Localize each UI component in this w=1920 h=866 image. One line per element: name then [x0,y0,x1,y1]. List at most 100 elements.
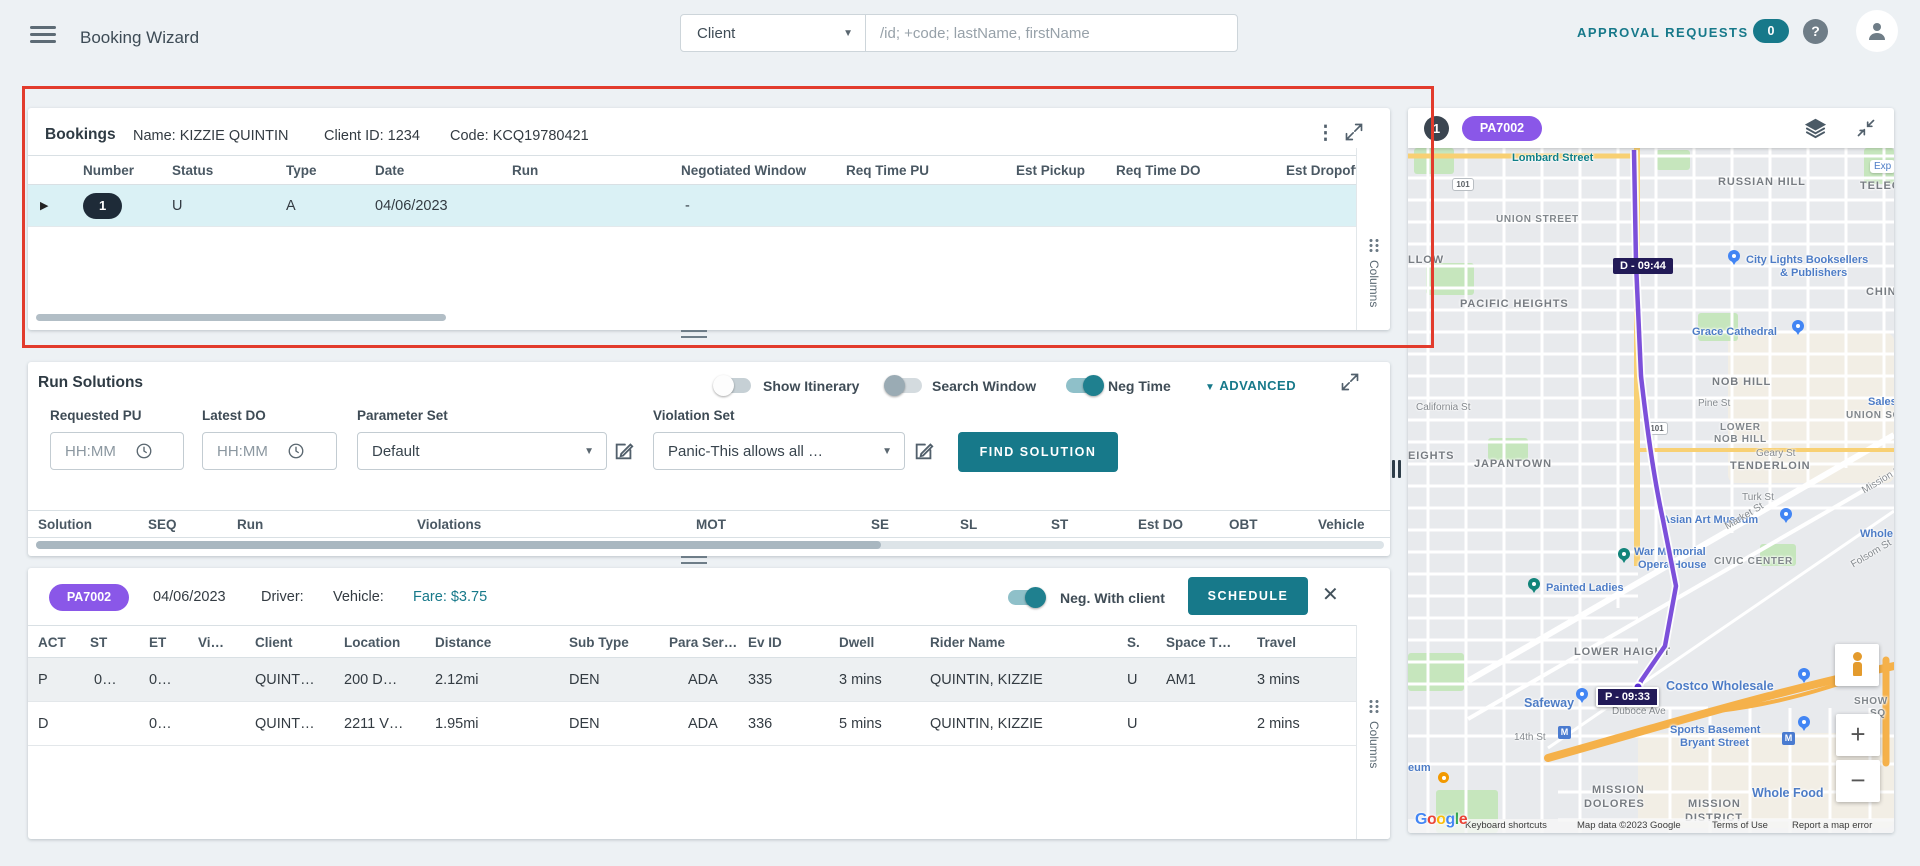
expand-panel-icon[interactable] [1344,122,1364,147]
panel-resize-handle[interactable] [681,330,707,338]
approval-requests-link[interactable]: APPROVAL REQUESTS [1577,22,1749,44]
kebab-menu-icon[interactable]: ⋮ [1316,124,1335,144]
itinerary-column-header[interactable]: Para Ser… [669,626,737,658]
bookings-table-row[interactable]: ▶ 1UA04/06/2023- [28,185,1356,227]
attribution-link[interactable]: Report a map error [1792,820,1872,831]
itinerary-column-header[interactable]: Rider Name [930,626,1005,658]
map-run-badge[interactable]: PA7002 [1462,116,1542,141]
solutions-column-header[interactable]: Vehicle [1318,511,1365,538]
bookings-column-header[interactable]: Run [512,156,538,185]
row-expander-icon[interactable]: ▶ [40,185,48,227]
solutions-column-header[interactable]: ST [1051,511,1068,538]
itinerary-cell: 200 D… [344,658,397,702]
find-solution-button[interactable]: FIND SOLUTION [958,432,1118,472]
layers-icon[interactable] [1804,117,1827,145]
pegman-control[interactable] [1835,644,1879,686]
neg-time-label: Neg Time [1108,376,1171,396]
neg-with-client-toggle[interactable] [1008,590,1044,605]
edit-parameter-set-icon[interactable] [613,440,635,467]
solutions-column-header[interactable]: Solution [38,511,92,538]
search-window-toggle[interactable] [886,378,922,393]
driver-label: Driver: [261,589,304,605]
violation-set-select[interactable]: Panic-This allows all … ▼ [653,432,905,470]
itinerary-column-header[interactable]: ST [90,626,107,658]
solutions-column-header[interactable]: Violations [417,511,481,538]
search-category-select[interactable]: Client ▼ [681,15,866,51]
columns-button[interactable]: Columns [1367,260,1381,307]
bookings-column-header[interactable]: Number [83,156,134,185]
itinerary-column-header[interactable]: S. [1127,626,1140,658]
zoom-out-button[interactable]: − [1836,760,1880,802]
solutions-column-header[interactable]: Est DO [1138,511,1183,538]
bookings-column-header[interactable]: Type [286,156,317,185]
dropoff-marker[interactable]: D - 09:44 [1613,258,1673,274]
grid-handle-icon[interactable] [1368,699,1380,714]
zoom-in-button[interactable]: + [1836,714,1880,756]
panel-resize-handle[interactable] [681,556,707,564]
split-drag-handle[interactable] [1392,460,1404,483]
bookings-column-header[interactable]: Req Time DO [1116,156,1201,185]
bookings-column-header[interactable]: Req Time PU [846,156,929,185]
solutions-table-header: Solution SEQ Run Violations MOT SE SL ST Est DO O… [28,510,1390,538]
attribution-link[interactable]: Map data ©2023 Google [1577,820,1681,831]
help-icon[interactable]: ? [1803,19,1828,44]
user-avatar[interactable] [1856,10,1898,52]
horizontal-scrollbar-thumb[interactable] [36,541,881,549]
horizontal-scrollbar-track[interactable] [36,541,1384,549]
run-badge[interactable]: PA7002 [49,584,129,611]
bookings-column-header[interactable]: Est Pickup [1016,156,1085,185]
pickup-marker[interactable]: P - 09:33 [1596,687,1659,707]
solutions-column-header[interactable]: SEQ [148,511,177,538]
itinerary-row-pickup[interactable]: P0…0…QUINT…200 D…2.12miDENADA3353 minsQU… [28,658,1356,702]
itinerary-column-header[interactable]: Vi… [198,626,224,658]
bookings-panel: Bookings Name: KIZZIE QUINTIN Client ID:… [28,108,1390,330]
itinerary-cell: QUINTIN, KIZZIE [930,658,1043,702]
itinerary-cell: ADA [688,658,718,702]
itinerary-column-header[interactable]: Dwell [839,626,874,658]
columns-button[interactable]: Columns [1367,721,1381,768]
solutions-column-header[interactable]: MOT [696,511,726,538]
edit-violation-set-icon[interactable] [913,440,935,467]
solutions-column-header[interactable]: SL [960,511,977,538]
itinerary-column-header[interactable]: Client [255,626,293,658]
bookings-column-header[interactable]: Negotiated Window [681,156,806,185]
itinerary-column-header[interactable]: Ev ID [748,626,782,658]
requested-pu-label: Requested PU [50,408,142,423]
bookings-column-header[interactable]: Date [375,156,404,185]
solutions-column-header[interactable]: OBT [1229,511,1258,538]
collapse-map-icon[interactable] [1856,118,1876,143]
itinerary-cell: QUINTIN, KIZZIE [930,702,1043,746]
chevron-down-icon: ▼ [843,28,853,39]
neg-time-toggle[interactable] [1066,378,1102,393]
google-logo[interactable]: Google [1415,811,1467,829]
solutions-column-header[interactable]: Run [237,511,263,538]
expand-panel-icon[interactable] [1340,372,1360,397]
solutions-column-header[interactable]: SE [871,511,889,538]
itinerary-cell: ADA [688,702,718,746]
itinerary-column-header[interactable]: Location [344,626,400,658]
close-icon[interactable]: ✕ [1322,582,1339,607]
itinerary-column-header[interactable]: Distance [435,626,491,658]
itinerary-panel: PA7002 04/06/2023 Driver: Vehicle: Fare:… [28,568,1390,839]
schedule-button[interactable]: SCHEDULE [1188,577,1308,615]
parameter-set-select[interactable]: Default ▼ [357,432,607,470]
requested-pu-input[interactable] [65,443,135,460]
grid-handle-icon[interactable] [1368,238,1380,253]
hamburger-menu-icon[interactable] [30,26,56,44]
bookings-column-header[interactable]: Status [172,156,213,185]
show-itinerary-toggle[interactable] [715,378,751,393]
itinerary-row-dropoff[interactable]: D0…QUINT…2211 V…1.95miDENADA3365 minsQUI… [28,702,1356,746]
itinerary-column-header[interactable]: Sub Type [569,626,629,658]
attribution-link[interactable]: Terms of Use [1712,820,1768,831]
itinerary-column-header[interactable]: ACT [38,626,66,658]
search-input[interactable] [866,15,1237,51]
map-canvas[interactable]: Lombard StreetExpTELEGRAFRUSSIAN HILLUNI… [1408,108,1894,833]
attribution-link[interactable]: Keyboard shortcuts [1465,820,1547,831]
latest-do-input[interactable] [217,443,287,460]
itinerary-column-header[interactable]: ET [149,626,166,658]
itinerary-column-header[interactable]: Travel [1257,626,1296,658]
advanced-dropdown[interactable]: ▼ADVANCED [1205,376,1296,398]
bookings-column-header[interactable]: Est Dropoff [1286,156,1356,185]
horizontal-scrollbar[interactable] [36,314,446,321]
itinerary-column-header[interactable]: Space T… [1166,626,1231,658]
